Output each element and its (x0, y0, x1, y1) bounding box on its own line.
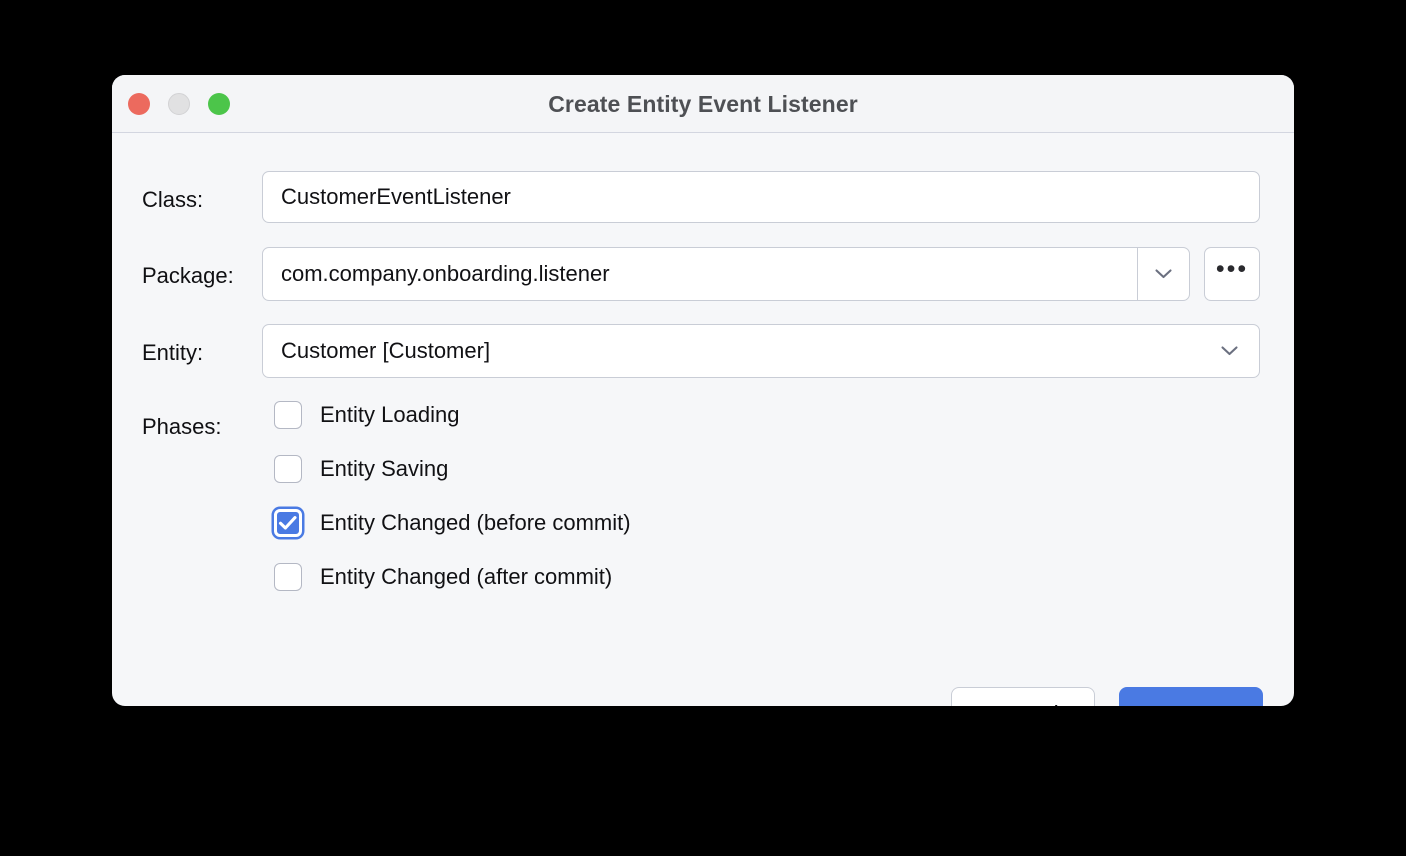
class-input[interactable]: CustomerEventListener (262, 171, 1260, 223)
phase-label: Entity Changed (before commit) (320, 510, 631, 536)
checkbox-box[interactable] (274, 563, 302, 591)
entity-input-value: Customer [Customer] (263, 338, 490, 364)
phase-checkbox-entity-changed-before-commit[interactable]: Entity Changed (before commit) (274, 509, 631, 537)
checkbox-box[interactable] (274, 401, 302, 429)
chevron-down-icon (1155, 269, 1172, 279)
package-combo-input[interactable]: com.company.onboarding.listener (262, 247, 1190, 301)
phase-checkbox-entity-saving[interactable]: Entity Saving (274, 455, 448, 483)
phase-checkbox-entity-changed-after-commit[interactable]: Entity Changed (after commit) (274, 563, 612, 591)
create-entity-event-listener-dialog: Create Entity Event Listener Class: Cust… (112, 75, 1294, 706)
phase-label: Entity Loading (320, 402, 459, 428)
checkbox-box-checked[interactable] (274, 509, 302, 537)
checkbox-box[interactable] (274, 455, 302, 483)
entity-combo-input[interactable]: Customer [Customer] (262, 324, 1260, 378)
package-dropdown-button[interactable] (1137, 248, 1189, 300)
entity-dropdown-button[interactable] (1203, 325, 1255, 377)
entity-field-label: Entity: (142, 340, 260, 366)
chevron-down-icon (1221, 346, 1238, 356)
package-field-label: Package: (142, 263, 260, 289)
class-input-value: CustomerEventListener (263, 184, 511, 210)
cancel-button[interactable]: Cancel (951, 687, 1095, 706)
phases-field-label: Phases: (142, 414, 260, 440)
window-titlebar: Create Entity Event Listener (112, 75, 1294, 133)
package-browse-button[interactable]: ••• (1204, 247, 1260, 301)
phase-checkbox-entity-loading[interactable]: Entity Loading (274, 401, 459, 429)
window-title: Create Entity Event Listener (112, 91, 1294, 118)
ok-button[interactable]: OK (1119, 687, 1263, 706)
phase-label: Entity Changed (after commit) (320, 564, 612, 590)
checkmark-icon (278, 515, 298, 531)
phase-label: Entity Saving (320, 456, 448, 482)
class-field-label: Class: (142, 187, 260, 213)
package-input-value: com.company.onboarding.listener (263, 261, 610, 287)
